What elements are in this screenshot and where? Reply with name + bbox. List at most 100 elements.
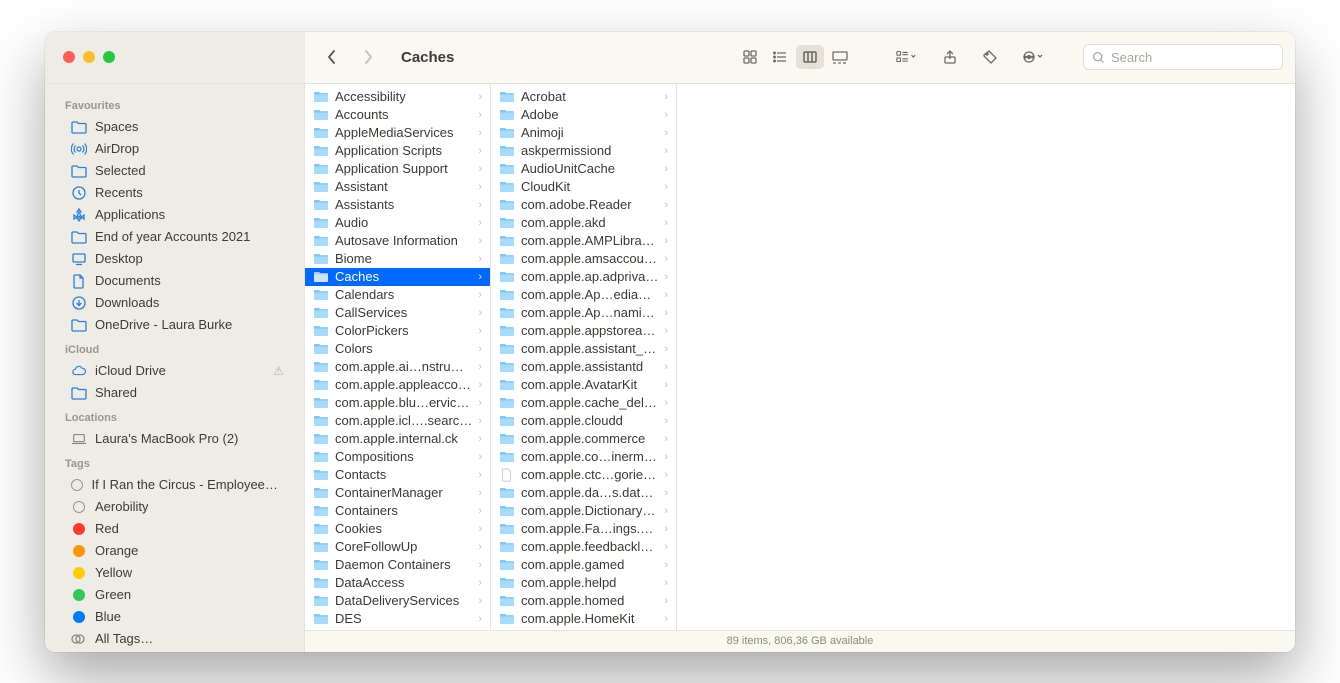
folder-row[interactable]: com.apple.commerce›: [491, 430, 676, 448]
sidebar-item[interactable]: Red: [51, 518, 298, 540]
folder-row[interactable]: com.apple.DictionaryServices›: [491, 502, 676, 520]
sidebar-item-label: Laura's MacBook Pro (2): [95, 431, 238, 446]
sidebar-item[interactable]: Applications: [51, 204, 298, 226]
sidebar-item[interactable]: Recents: [51, 182, 298, 204]
sidebar-item[interactable]: Shared: [51, 382, 298, 404]
forward-button[interactable]: [359, 48, 377, 66]
folder-row[interactable]: com.apple.cloudd›: [491, 412, 676, 430]
folder-row[interactable]: com.apple.da…s.dataaccessd›: [491, 484, 676, 502]
folder-row[interactable]: DataAccess›: [305, 574, 490, 592]
folder-row[interactable]: com.apple.assistantd›: [491, 358, 676, 376]
folder-row[interactable]: Compositions›: [305, 448, 490, 466]
folder-row[interactable]: Accessibility›: [305, 88, 490, 106]
sidebar-item[interactable]: iCloud Drive⚠: [51, 360, 298, 382]
folder-row[interactable]: AppleMediaServices›: [305, 124, 490, 142]
back-button[interactable]: [323, 48, 341, 66]
folder-row[interactable]: ColorPickers›: [305, 322, 490, 340]
folder-row[interactable]: Assistants›: [305, 196, 490, 214]
sidebar-item[interactable]: Spaces: [51, 116, 298, 138]
folder-row[interactable]: com.apple.cache_delete›: [491, 394, 676, 412]
folder-row[interactable]: Application Support›: [305, 160, 490, 178]
folder-row[interactable]: com.apple.internal.ck›: [305, 430, 490, 448]
folder-row[interactable]: DataDeliveryServices›: [305, 592, 490, 610]
folder-row[interactable]: ContainerManager›: [305, 484, 490, 502]
sidebar-item[interactable]: If I Ran the Circus - Employee brainstor…: [51, 474, 298, 496]
sidebar-item[interactable]: Documents: [51, 270, 298, 292]
folder-row[interactable]: Accounts›: [305, 106, 490, 124]
folder-row[interactable]: Caches›: [305, 268, 490, 286]
sidebar-item[interactable]: Desktop: [51, 248, 298, 270]
folder-row[interactable]: Animoji›: [491, 124, 676, 142]
folder-row[interactable]: com.apple.gamed›: [491, 556, 676, 574]
folder-row[interactable]: com.apple.appleaccountd›: [305, 376, 490, 394]
folder-row[interactable]: com.apple.appstoreagent›: [491, 322, 676, 340]
folder-label: Assistants: [335, 197, 472, 212]
column-view-button[interactable]: [796, 45, 824, 69]
sidebar-item[interactable]: Orange: [51, 540, 298, 562]
folder-row[interactable]: Assistant›: [305, 178, 490, 196]
gallery-view-button[interactable]: [826, 45, 854, 69]
folder-row[interactable]: com.apple.AvatarKit›: [491, 376, 676, 394]
folder-row[interactable]: com.apple.Fa…ings.extension›: [491, 520, 676, 538]
close-button[interactable]: [63, 51, 75, 63]
folder-row[interactable]: com.apple.Ap…namicService›: [491, 304, 676, 322]
folder-row[interactable]: CoreFollowUp›: [305, 538, 490, 556]
folder-row[interactable]: Contacts›: [305, 466, 490, 484]
folder-row[interactable]: com.adobe.Reader›: [491, 196, 676, 214]
folder-row[interactable]: com.apple.icloud.fmfd›: [491, 628, 676, 630]
sidebar-item[interactable]: Aerobility: [51, 496, 298, 518]
folder-row[interactable]: com.apple.homed›: [491, 592, 676, 610]
folder-row[interactable]: CallServices›: [305, 304, 490, 322]
folder-row[interactable]: Acrobat›: [491, 88, 676, 106]
sidebar-item[interactable]: Laura's MacBook Pro (2): [51, 428, 298, 450]
list-view-button[interactable]: [766, 45, 794, 69]
folder-row[interactable]: com.apple.ctc…gories.service›: [491, 466, 676, 484]
sidebar-item[interactable]: Selected: [51, 160, 298, 182]
zoom-button[interactable]: [103, 51, 115, 63]
folder-row[interactable]: DES›: [305, 610, 490, 628]
folder-row[interactable]: com.apple.co…inermanagerd›: [491, 448, 676, 466]
folder-row[interactable]: Autosave Information›: [305, 232, 490, 250]
folder-row[interactable]: AudioUnitCache›: [491, 160, 676, 178]
share-button[interactable]: [936, 45, 964, 69]
folder-row[interactable]: com.apple.ai…nstrumentation›: [305, 358, 490, 376]
sidebar-item[interactable]: Green: [51, 584, 298, 606]
folder-row[interactable]: com.apple.Ap…ediaServices›: [491, 286, 676, 304]
folder-row[interactable]: com.apple.amsaccountsd›: [491, 250, 676, 268]
sidebar-item[interactable]: AirDrop: [51, 138, 298, 160]
folder-row[interactable]: com.apple.blu…ervices.cloud›: [305, 394, 490, 412]
sidebar-item[interactable]: Yellow: [51, 562, 298, 584]
folder-row[interactable]: Colors›: [305, 340, 490, 358]
sidebar-item[interactable]: Blue: [51, 606, 298, 628]
sidebar-item[interactable]: Downloads: [51, 292, 298, 314]
tags-button[interactable]: [976, 45, 1004, 69]
folder-row[interactable]: Calendars›: [305, 286, 490, 304]
folder-row[interactable]: CloudKit›: [491, 178, 676, 196]
browser-column: Acrobat›Adobe›Animoji›askpermissiond›Aud…: [491, 84, 677, 630]
icon-view-button[interactable]: [736, 45, 764, 69]
folder-row[interactable]: askpermissiond›: [491, 142, 676, 160]
folder-row[interactable]: com.apple.feedbacklogger›: [491, 538, 676, 556]
folder-row[interactable]: Adobe›: [491, 106, 676, 124]
folder-row[interactable]: DoNotDisturb›: [305, 628, 490, 630]
action-button[interactable]: [1016, 45, 1050, 69]
folder-row[interactable]: com.apple.AMPLibraryAgent›: [491, 232, 676, 250]
group-button[interactable]: [888, 45, 924, 69]
folder-row[interactable]: com.apple.icl….searchpartyd›: [305, 412, 490, 430]
folder-row[interactable]: com.apple.assistant_service›: [491, 340, 676, 358]
folder-row[interactable]: Daemon Containers›: [305, 556, 490, 574]
folder-row[interactable]: Containers›: [305, 502, 490, 520]
minimize-button[interactable]: [83, 51, 95, 63]
folder-row[interactable]: com.apple.helpd›: [491, 574, 676, 592]
folder-row[interactable]: Cookies›: [305, 520, 490, 538]
folder-row[interactable]: com.apple.akd›: [491, 214, 676, 232]
folder-row[interactable]: com.apple.HomeKit›: [491, 610, 676, 628]
search-field[interactable]: Search: [1083, 44, 1283, 70]
sidebar-item[interactable]: All Tags…: [51, 628, 298, 650]
sidebar-item[interactable]: End of year Accounts 2021: [51, 226, 298, 248]
folder-row[interactable]: Audio›: [305, 214, 490, 232]
folder-row[interactable]: Application Scripts›: [305, 142, 490, 160]
sidebar-item[interactable]: OneDrive - Laura Burke: [51, 314, 298, 336]
folder-row[interactable]: Biome›: [305, 250, 490, 268]
folder-row[interactable]: com.apple.ap.adprivacyd›: [491, 268, 676, 286]
